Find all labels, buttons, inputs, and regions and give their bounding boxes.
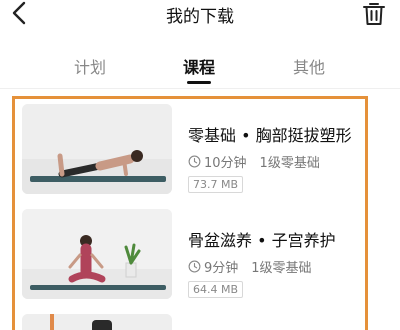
- course-title: 骨盆滋养 • 子宫养护: [188, 231, 336, 250]
- course-meta: 9分钟 1级零基础: [188, 257, 312, 276]
- course-meta: 10分钟 1级零基础: [188, 152, 320, 171]
- course-item[interactable]: [22, 314, 362, 330]
- page-title: 我的下载: [166, 7, 234, 27]
- course-title: 零基础 • 胸部挺拔塑形: [188, 126, 352, 145]
- active-tab-indicator: [187, 81, 211, 84]
- clock-icon: [188, 155, 201, 168]
- delete-button[interactable]: [360, 0, 388, 28]
- top-bar: 我的下载: [0, 0, 400, 36]
- course-item[interactable]: 零基础 • 胸部挺拔塑形 10分钟 1级零基础 73.7 MB: [22, 104, 362, 200]
- tab-courses[interactable]: 课程: [183, 54, 215, 78]
- tab-bar: 计划 课程 其他: [0, 50, 400, 90]
- file-size-badge: 64.4 MB: [188, 281, 244, 298]
- course-duration: 10分钟: [204, 156, 247, 171]
- tab-plan[interactable]: 计划: [74, 54, 106, 78]
- clock-icon: [188, 260, 201, 273]
- course-thumbnail: [22, 209, 172, 299]
- file-size-badge: 73.7 MB: [188, 176, 244, 193]
- tab-divider: [0, 88, 400, 89]
- trash-icon: [363, 3, 385, 25]
- course-level: 1级零基础: [251, 261, 312, 276]
- course-thumbnail: [22, 314, 172, 330]
- course-level: 1级零基础: [259, 156, 320, 171]
- course-duration: 9分钟: [204, 261, 239, 276]
- course-thumbnail: [22, 104, 172, 194]
- course-item[interactable]: 骨盆滋养 • 子宫养护 9分钟 1级零基础 64.4 MB: [22, 209, 362, 305]
- tab-other[interactable]: 其他: [293, 54, 325, 78]
